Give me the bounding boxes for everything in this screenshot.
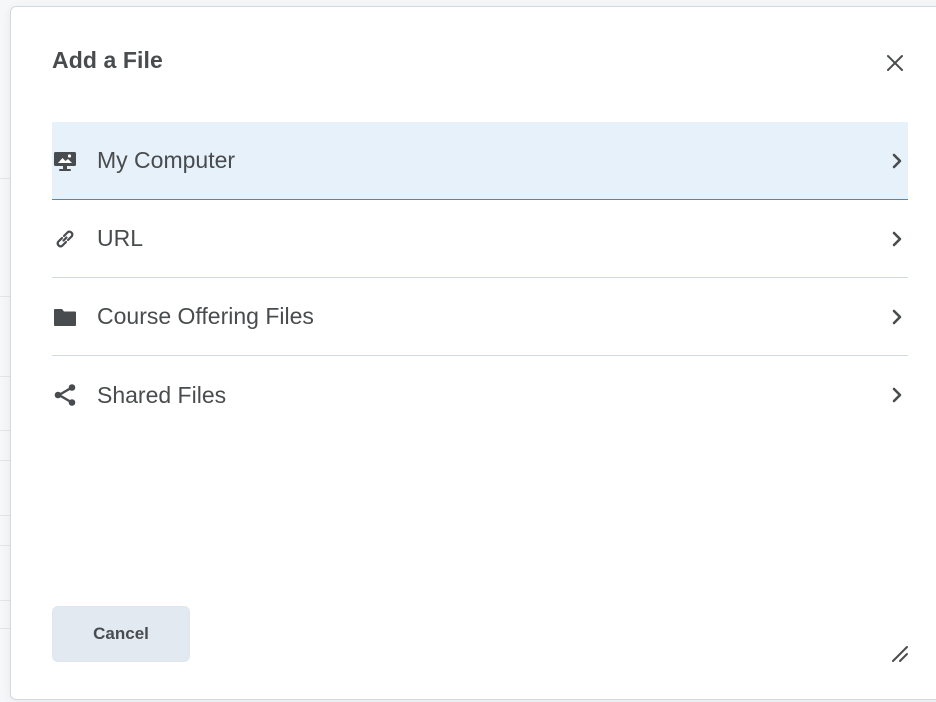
source-item-label: My Computer — [97, 147, 236, 173]
source-item-my-computer[interactable]: My Computer — [52, 122, 908, 200]
source-item-label: URL — [97, 225, 144, 251]
source-item-shared-files[interactable]: Shared Files — [52, 356, 908, 434]
link-icon — [52, 226, 78, 252]
chevron-right-icon — [890, 386, 904, 404]
source-item-label: Shared Files — [97, 381, 227, 408]
source-item-label: Course Offering Files — [97, 303, 314, 329]
file-source-list: My Computer URL Course Offering Files Sh… — [52, 122, 908, 434]
chevron-right-icon — [890, 308, 904, 326]
close-button[interactable] — [879, 47, 911, 79]
source-item-course-offering-files[interactable]: Course Offering Files — [52, 278, 908, 356]
chevron-right-icon — [890, 152, 904, 170]
dialog-title: Add a File — [52, 47, 163, 73]
close-icon — [887, 55, 903, 71]
cancel-button[interactable]: Cancel — [52, 606, 190, 662]
resize-handle-icon[interactable] — [889, 643, 909, 663]
share-icon — [52, 382, 78, 408]
chevron-right-icon — [890, 230, 904, 248]
source-item-url[interactable]: URL — [52, 200, 908, 278]
folder-icon — [52, 304, 78, 330]
add-file-dialog: Add a File My Computer URL Course Offeri… — [10, 6, 936, 700]
computer-upload-icon — [52, 148, 78, 174]
